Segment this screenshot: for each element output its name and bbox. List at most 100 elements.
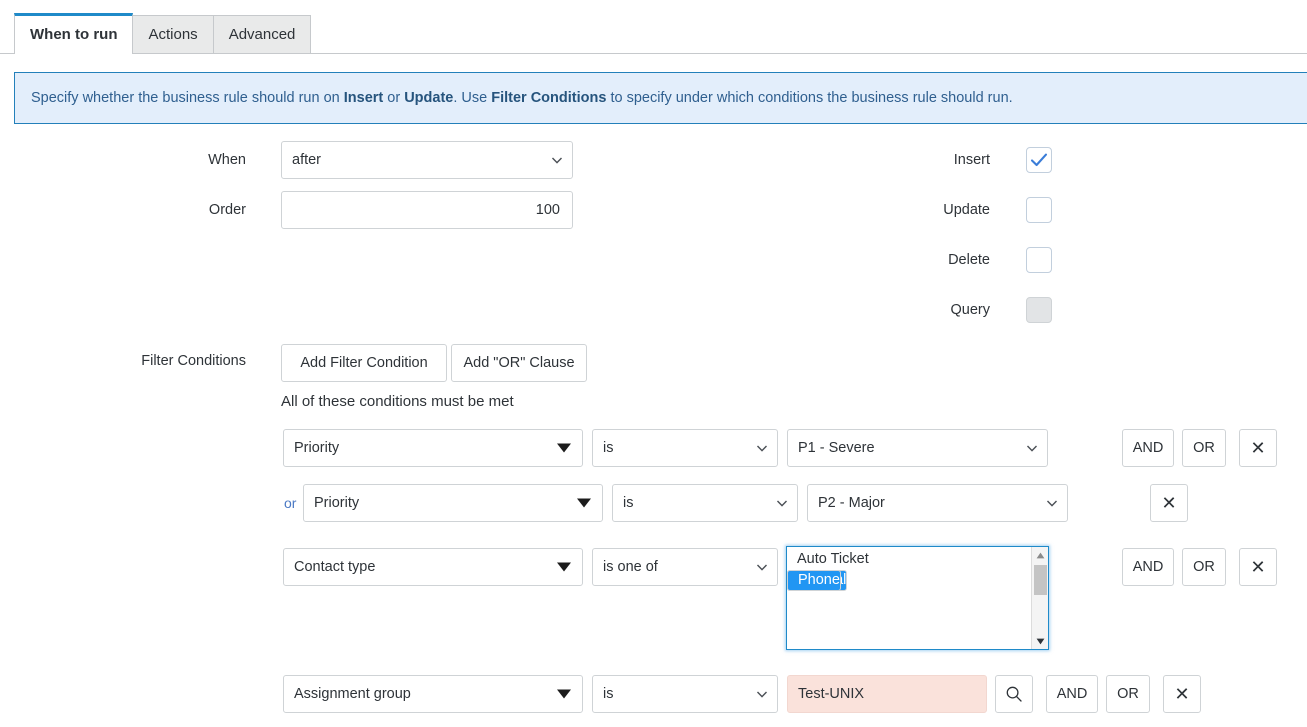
condition-4-remove-button[interactable]: ✕ bbox=[1163, 675, 1201, 713]
condition-1-value-select[interactable]: P1 - Severe bbox=[787, 429, 1048, 467]
add-or-clause-button[interactable]: Add "OR" Clause bbox=[451, 344, 587, 382]
condition-2-value: P2 - Major bbox=[818, 495, 885, 511]
condition-4-value: Test-UNIX bbox=[798, 686, 865, 702]
chevron-down-icon bbox=[756, 445, 768, 452]
condition-3-remove-button[interactable]: ✕ bbox=[1239, 548, 1277, 586]
tab-label: Actions bbox=[148, 26, 198, 43]
chevron-down-icon bbox=[551, 157, 563, 164]
delete-checkbox[interactable] bbox=[1026, 247, 1052, 273]
condition-3-field-select[interactable]: Contact type bbox=[283, 548, 583, 586]
when-select[interactable]: after bbox=[281, 141, 573, 179]
scrollbar-thumb[interactable] bbox=[1034, 565, 1047, 595]
order-input-value: 100 bbox=[535, 202, 560, 218]
tab-label: When to run bbox=[30, 26, 118, 43]
info-banner: Specify whether the business rule should… bbox=[14, 72, 1307, 124]
scroll-down-arrow-icon[interactable] bbox=[1032, 633, 1048, 649]
condition-3-or-button[interactable]: OR bbox=[1182, 548, 1226, 586]
and-label: AND bbox=[1132, 559, 1164, 575]
triangle-down-icon bbox=[557, 443, 571, 453]
condition-2-field-select[interactable]: Priority bbox=[303, 484, 603, 522]
condition-1-remove-button[interactable]: ✕ bbox=[1239, 429, 1277, 467]
banner-text-part1: Specify whether the business rule should… bbox=[31, 90, 344, 106]
banner-keyword-filter-conditions: Filter Conditions bbox=[491, 90, 607, 106]
insert-checkbox[interactable] bbox=[1026, 147, 1052, 173]
condition-2-field-value: Priority bbox=[314, 495, 360, 511]
close-icon: ✕ bbox=[1250, 437, 1266, 458]
listbox-options: Auto Ticket Chat Email Internal Phone bbox=[787, 547, 1031, 649]
close-icon: ✕ bbox=[1161, 492, 1177, 513]
condition-1-value: P1 - Severe bbox=[798, 440, 875, 456]
scroll-up-arrow-icon[interactable] bbox=[1032, 547, 1048, 563]
chevron-down-icon bbox=[756, 564, 768, 571]
condition-3-operator-select[interactable]: is one of bbox=[592, 548, 778, 586]
search-icon bbox=[1006, 686, 1022, 702]
chevron-down-icon bbox=[1046, 500, 1058, 507]
chevron-down-icon bbox=[1026, 445, 1038, 452]
and-label: AND bbox=[1056, 686, 1088, 702]
condition-4-and-button[interactable]: AND bbox=[1046, 675, 1098, 713]
condition-1-and-button[interactable]: AND bbox=[1122, 429, 1174, 467]
condition-4-operator-select[interactable]: is bbox=[592, 675, 778, 713]
triangle-down-icon bbox=[577, 498, 591, 508]
tab-label: Advanced bbox=[228, 26, 296, 43]
condition-2-operator-select[interactable]: is bbox=[612, 484, 798, 522]
chevron-down-icon bbox=[776, 500, 788, 507]
tab-bar: When to run Actions Advanced bbox=[0, 0, 1307, 54]
condition-3-value-listbox[interactable]: Auto Ticket Chat Email Internal Phone bbox=[786, 546, 1049, 650]
tab-when-to-run[interactable]: When to run bbox=[14, 13, 134, 54]
condition-4-field-select[interactable]: Assignment group bbox=[283, 675, 583, 713]
condition-4-reference-input[interactable]: Test-UNIX bbox=[787, 675, 987, 713]
close-icon: ✕ bbox=[1250, 556, 1266, 577]
condition-2-operator-value: is bbox=[623, 495, 634, 511]
condition-3-field-value: Contact type bbox=[294, 559, 376, 575]
update-label: Update bbox=[943, 202, 990, 218]
triangle-down-icon bbox=[557, 562, 571, 572]
condition-1-or-button[interactable]: OR bbox=[1182, 429, 1226, 467]
condition-4-operator-value: is bbox=[603, 686, 614, 702]
condition-4-or-button[interactable]: OR bbox=[1106, 675, 1150, 713]
checkmark-icon bbox=[1030, 153, 1048, 167]
condition-2-value-select[interactable]: P2 - Major bbox=[807, 484, 1068, 522]
list-item[interactable]: Phone bbox=[787, 570, 841, 591]
triangle-down-icon bbox=[557, 689, 571, 699]
update-checkbox[interactable] bbox=[1026, 197, 1052, 223]
order-label: Order bbox=[208, 202, 246, 218]
chevron-down-icon bbox=[756, 691, 768, 698]
banner-text-part4: to specify under which conditions the bu… bbox=[606, 90, 1013, 106]
listbox-scrollbar[interactable] bbox=[1031, 547, 1048, 649]
condition-1-operator-value: is bbox=[603, 440, 614, 456]
banner-text-part3: . Use bbox=[453, 90, 492, 106]
condition-3-operator-value: is one of bbox=[603, 559, 658, 575]
banner-keyword-update: Update bbox=[404, 90, 454, 106]
or-label: OR bbox=[1193, 440, 1215, 456]
and-label: AND bbox=[1132, 440, 1164, 456]
tab-advanced[interactable]: Advanced bbox=[212, 15, 312, 53]
condition-4-lookup-button[interactable] bbox=[995, 675, 1033, 713]
when-select-value: after bbox=[292, 152, 322, 168]
banner-keyword-insert: Insert bbox=[343, 90, 384, 106]
tab-actions[interactable]: Actions bbox=[132, 15, 214, 53]
close-icon: ✕ bbox=[1174, 683, 1190, 704]
query-label: Query bbox=[950, 302, 991, 318]
filter-conditions-label: Filter Conditions bbox=[141, 353, 246, 369]
condition-1-field-select[interactable]: Priority bbox=[283, 429, 583, 467]
delete-label: Delete bbox=[948, 252, 990, 268]
order-input[interactable]: 100 bbox=[281, 191, 573, 229]
conditions-note: All of these conditions must be met bbox=[281, 393, 514, 410]
condition-4-field-value: Assignment group bbox=[294, 686, 411, 702]
add-filter-condition-button[interactable]: Add Filter Condition bbox=[281, 344, 447, 382]
add-filter-condition-label: Add Filter Condition bbox=[300, 355, 428, 371]
query-checkbox bbox=[1026, 297, 1052, 323]
condition-3-and-button[interactable]: AND bbox=[1122, 548, 1174, 586]
condition-2-or-prefix: or bbox=[284, 495, 297, 511]
when-label: When bbox=[208, 152, 246, 168]
or-label: OR bbox=[1117, 686, 1139, 702]
condition-1-field-value: Priority bbox=[294, 440, 340, 456]
banner-text-part2: or bbox=[383, 90, 405, 106]
condition-2-remove-button[interactable]: ✕ bbox=[1150, 484, 1188, 522]
condition-1-operator-select[interactable]: is bbox=[592, 429, 778, 467]
insert-label: Insert bbox=[953, 152, 990, 168]
banner-text: Specify whether the business rule should… bbox=[31, 90, 1013, 106]
list-item[interactable]: Auto Ticket bbox=[787, 549, 1031, 570]
or-label: OR bbox=[1193, 559, 1215, 575]
